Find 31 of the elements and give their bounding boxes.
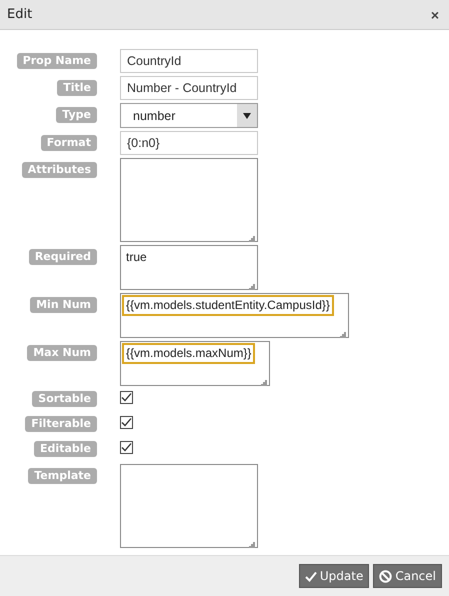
checkbox[interactable] [120,391,133,404]
text-area[interactable] [120,464,258,548]
field-label: Max Num [27,345,97,361]
caret-icon [243,112,251,118]
text-field[interactable]: Number - CountryId [120,76,258,100]
text-field[interactable]: CountryId [120,49,258,73]
checkbox[interactable] [120,441,133,454]
text-area[interactable] [120,158,258,242]
field-label: Template [28,468,97,484]
type-dropdown[interactable]: number [120,103,258,128]
field-label: Format [40,135,97,151]
field-label: Min Num [30,297,97,313]
window-title: Edit [7,7,32,22]
ban-icon [379,570,392,582]
field-label: Attributes [22,162,97,178]
close-button[interactable]: × [430,6,439,22]
text-area[interactable]: true [120,245,258,290]
text-area[interactable]: {{vm.models.studentEntity.CampusId}} [120,293,349,338]
field-label: Filterable [25,416,97,432]
field-label: Sortable [32,391,97,407]
check-icon [304,570,317,582]
update-button[interactable]: Update [298,564,370,588]
text-field[interactable]: {0:n0} [120,131,258,155]
cancel-button[interactable]: Cancel [373,564,442,588]
field-label: Editable [34,441,97,457]
field-label: Type [56,107,97,123]
field-label: Prop Name [16,53,97,69]
field-label: Required [28,249,97,265]
checkbox[interactable] [120,416,133,429]
field-label: Title [57,80,97,96]
text-area[interactable]: {{vm.models.maxNum}} [120,341,270,386]
